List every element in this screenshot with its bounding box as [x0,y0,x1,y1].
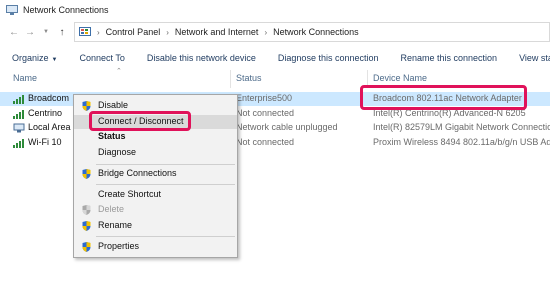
breadcrumb-separator-icon: › [166,27,169,37]
menu-item-diagnose[interactable]: Diagnose [74,146,237,160]
back-arrow-icon[interactable]: ← [6,24,22,40]
connection-name: Wi-Fi 10 [28,137,62,147]
menu-item-label: Bridge Connections [98,168,177,178]
organize-menu-button[interactable]: Organize ▼ [0,53,68,63]
breadcrumb-network-and-internet[interactable]: Network and Internet [175,27,259,37]
control-panel-icon [79,26,91,36]
menu-item-status[interactable]: Status [74,130,237,144]
breadcrumb-control-panel[interactable]: Control Panel [106,27,161,37]
connection-device-name: Intel(R) 82579LM Gigabit Network Connect… [373,122,550,132]
address-bar: ← → ▼ ↑ › Control Panel › Network and In… [0,22,550,42]
menu-separator [96,164,235,165]
forward-arrow-icon[interactable]: → [22,24,38,40]
uac-shield-icon [82,221,91,231]
connection-name: Centrino [28,108,63,118]
connection-name: Broadcom [28,93,70,103]
address-field[interactable]: › Control Panel › Network and Internet ›… [74,22,550,42]
menu-item-label: Delete [98,204,125,214]
connect-to-button[interactable]: Connect To [68,53,135,63]
menu-separator [96,236,235,237]
device-name-highlight-box [360,85,527,110]
menu-item-label: Status [98,131,126,141]
breadcrumb-network-connections[interactable]: Network Connections [273,27,359,37]
column-header-status[interactable]: Status [236,73,262,83]
connection-status: Enterprise500 [236,93,293,103]
network-connection-icon [13,109,25,119]
breadcrumb-separator-icon: › [97,27,100,37]
view-status-button[interactable]: View status of [508,53,550,63]
rename-connection-button[interactable]: Rename this connection [390,53,509,63]
window-title: Network Connections [23,5,109,15]
menu-separator [96,184,235,185]
network-connections-icon [6,4,18,15]
column-header-name[interactable]: Name [13,73,37,83]
recent-locations-chevron-icon[interactable]: ▼ [38,24,54,40]
breadcrumb-separator-icon: › [264,27,268,37]
network-connection-icon [13,138,25,148]
uac-shield-icon [82,205,91,215]
menu-item-label: Disable [98,100,129,110]
chevron-down-icon: ▼ [51,57,58,63]
connect-disconnect-highlight-box [89,111,191,131]
title-bar: Network Connections [0,0,550,20]
menu-item-bridge-connections[interactable]: Bridge Connections [74,167,237,181]
disable-device-button[interactable]: Disable this network device [136,53,267,63]
menu-item-label: Rename [98,220,133,230]
network-connection-icon [13,94,25,104]
connection-status: Not connected [236,137,295,147]
up-arrow-icon[interactable]: ↑ [54,24,70,40]
connection-status: Not connected [236,108,295,118]
sort-ascending-icon: ⌃ [116,68,122,75]
uac-shield-icon [82,169,91,179]
command-toolbar: Organize ▼ Connect To Disable this networ… [0,48,550,68]
ethernet-connection-icon [13,123,25,133]
menu-item-label: Create Shortcut [98,189,162,199]
uac-shield-icon [82,242,91,252]
menu-item-label: Diagnose [98,147,137,157]
column-header-device-name[interactable]: Device Name [373,73,427,83]
menu-item-create-shortcut[interactable]: Create Shortcut [74,188,237,202]
connection-device-name: Proxim Wireless 8494 802.11a/b/g/n USB A… [373,137,550,147]
column-divider[interactable] [230,70,231,88]
menu-item-rename[interactable]: Rename [74,219,237,233]
diagnose-connection-button[interactable]: Diagnose this connection [267,53,390,63]
menu-item-delete: Delete [74,203,237,217]
connection-status: Network cable unplugged [236,122,338,132]
organize-label: Organize [12,53,49,63]
uac-shield-icon [82,101,91,111]
menu-item-label: Properties [98,241,140,251]
connection-name: Local Area C [28,122,80,132]
menu-item-properties[interactable]: Properties [74,240,237,254]
